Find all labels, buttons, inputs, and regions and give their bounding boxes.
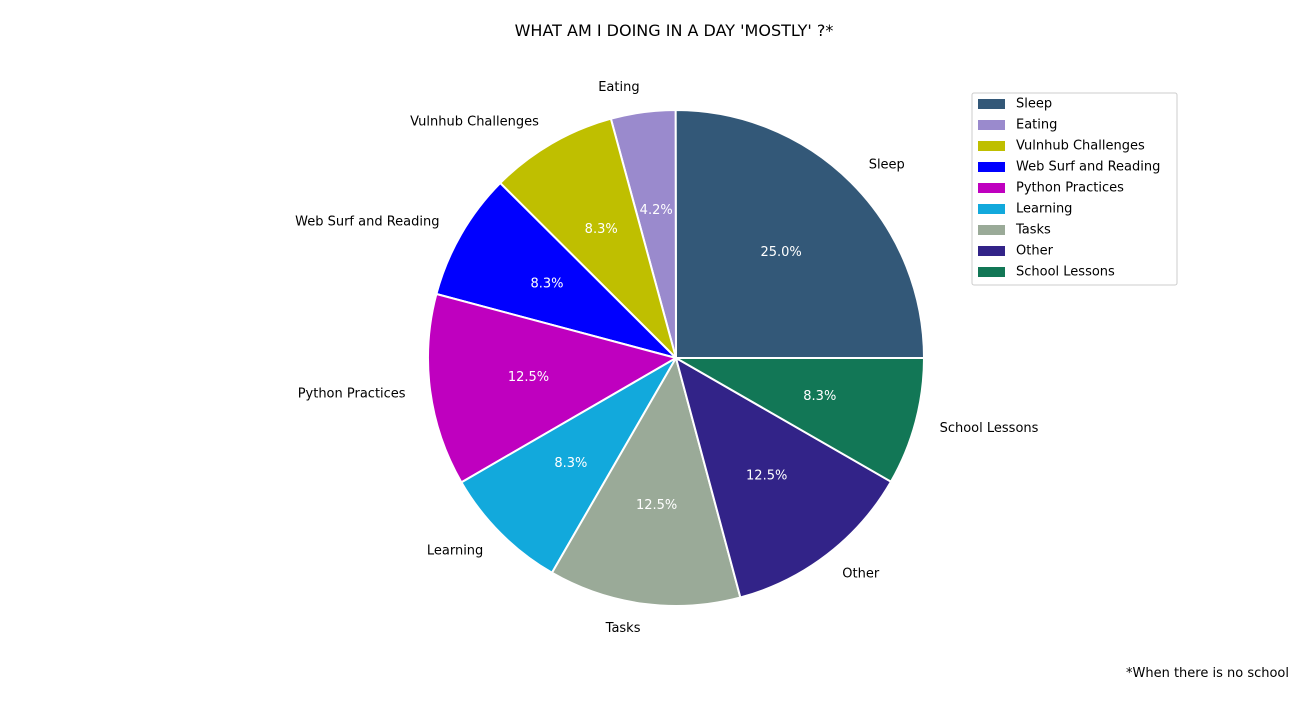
slice-percent-vulnhub-challenges: 8.3% (585, 222, 618, 237)
slice-percent-python-practices: 12.5% (508, 370, 549, 385)
legend-swatch-web-surf-and-reading (978, 162, 1005, 172)
chart-title: WHAT AM I DOING IN A DAY 'MOSTLY' ?* (515, 21, 834, 40)
legend-swatch-learning (978, 204, 1005, 214)
slice-label-web-surf-and-reading: Web Surf and Reading (295, 215, 439, 230)
legend-label-other: Other (1016, 244, 1054, 259)
slice-percent-sleep: 25.0% (760, 245, 801, 260)
legend-label-tasks: Tasks (1015, 223, 1051, 238)
chart-footnote: *When there is no school (1126, 666, 1289, 681)
slice-percent-school-lessons: 8.3% (803, 389, 836, 404)
slice-label-tasks: Tasks (605, 621, 641, 636)
legend-label-web-surf-and-reading: Web Surf and Reading (1016, 160, 1160, 175)
legend-label-learning: Learning (1016, 202, 1072, 217)
slice-label-other: Other (842, 567, 880, 582)
legend-swatch-sleep (978, 99, 1005, 109)
legend-label-sleep: Sleep (1016, 97, 1052, 112)
slice-percent-tasks: 12.5% (636, 498, 677, 513)
pie-chart: WHAT AM I DOING IN A DAY 'MOSTLY' ?* Sle… (295, 21, 1289, 681)
legend-label-eating: Eating (1016, 118, 1057, 133)
slice-label-learning: Learning (427, 544, 483, 559)
legend: Sleep Eating Vulnhub Challenges Web Surf an… (971, 92, 1178, 286)
slice-label-eating: Eating (598, 80, 639, 95)
slice-label-python-practices: Python Practices (298, 386, 406, 401)
slice-percent-eating: 4.2% (640, 203, 673, 218)
legend-swatch-python-practices (978, 183, 1005, 193)
slice-percent-other: 12.5% (746, 468, 787, 483)
legend-swatch-eating (978, 120, 1005, 130)
slice-label-sleep: Sleep (869, 157, 905, 172)
pie-slices (427, 108, 925, 607)
legend-swatch-vulnhub-challenges (978, 141, 1005, 151)
slice-label-school-lessons: School Lessons (940, 421, 1039, 436)
pie-slice-sleep (674, 108, 925, 359)
legend-label-school-lessons: School Lessons (1016, 265, 1115, 280)
legend-label-vulnhub-challenges: Vulnhub Challenges (1016, 139, 1145, 154)
slice-percent-web-surf-and-reading: 8.3% (530, 276, 563, 291)
slice-percent-learning: 8.3% (554, 456, 587, 471)
legend-label-python-practices: Python Practices (1016, 181, 1124, 196)
legend-swatch-school-lessons (978, 267, 1005, 277)
slice-label-vulnhub-challenges: Vulnhub Challenges (410, 115, 539, 130)
legend-swatch-other (978, 246, 1005, 256)
legend-swatch-tasks (978, 225, 1005, 235)
